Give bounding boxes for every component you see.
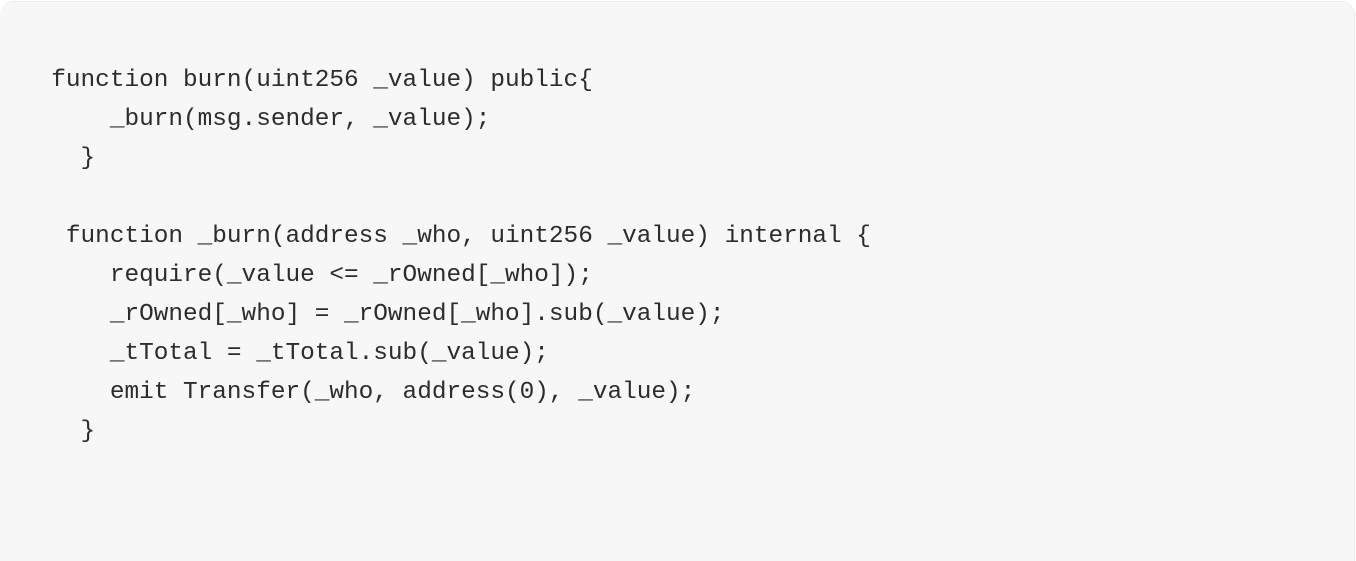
code-block[interactable]: function burn(uint256 _value) public{ _b… <box>0 61 871 451</box>
code-line: _rOwned[_who] = _rOwned[_who].sub(_value… <box>22 301 725 328</box>
code-snippet-card: function burn(uint256 _value) public{ _b… <box>0 1 1355 561</box>
code-line: _tTotal = _tTotal.sub(_value); <box>22 340 549 367</box>
code-line: } <box>22 145 96 172</box>
code-content: function burn(uint256 _value) public{ _b… <box>0 61 871 451</box>
code-line: function burn(uint256 _value) public{ <box>22 67 593 94</box>
code-line: } <box>22 418 96 445</box>
code-line: require(_value <= _rOwned[_who]); <box>22 262 593 289</box>
code-line: emit Transfer(_who, address(0), _value); <box>22 379 696 406</box>
code-line: _burn(msg.sender, _value); <box>22 106 491 133</box>
code-line: function _burn(address _who, uint256 _va… <box>22 223 871 250</box>
